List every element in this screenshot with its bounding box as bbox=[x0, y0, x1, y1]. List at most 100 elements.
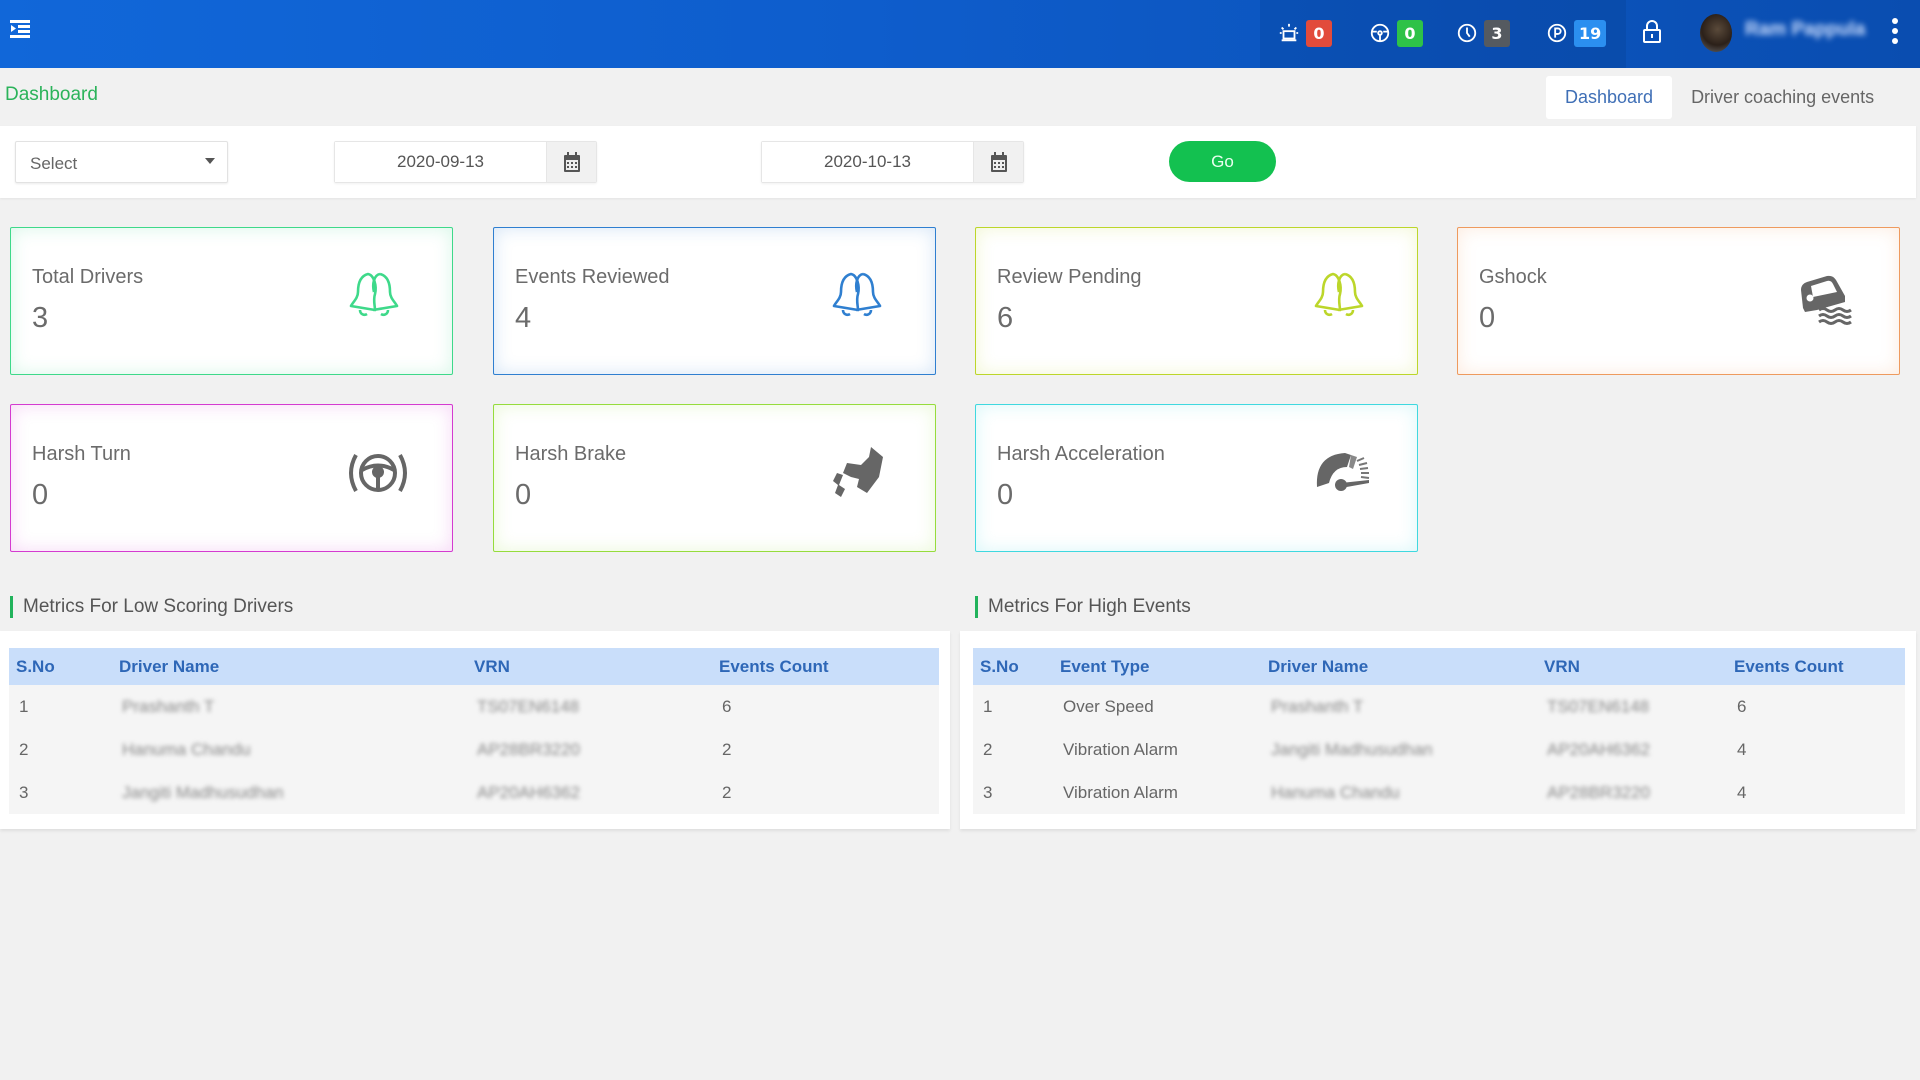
table-row[interactable]: 1 Over Speed Prashanth T TS07EN6148 6 bbox=[973, 685, 1905, 728]
table-row[interactable]: 3 Jangiti Madhusudhan AP20AH6362 2 bbox=[9, 771, 939, 814]
to-date-input[interactable] bbox=[762, 142, 973, 182]
table-row[interactable]: 3 Vibration Alarm Hanuma Chandu AP28BR32… bbox=[973, 771, 1905, 814]
user-name[interactable]: Ram Pappula bbox=[1745, 19, 1865, 41]
cell-events-count: 4 bbox=[1737, 782, 1747, 802]
alarm-alerts[interactable]: 0 bbox=[1278, 18, 1332, 48]
parking-alerts[interactable]: 19 bbox=[1546, 18, 1607, 48]
high-events-title: Metrics For High Events bbox=[975, 596, 1191, 618]
cell-vrn: AP28BR3220 bbox=[1547, 782, 1651, 802]
card-title: Harsh Acceleration bbox=[997, 443, 1165, 465]
tab-dashboard[interactable]: Dashboard bbox=[1546, 76, 1673, 119]
low-scoring-title: Metrics For Low Scoring Drivers bbox=[10, 596, 293, 618]
column-header[interactable]: Events Count bbox=[712, 648, 939, 685]
card-total-drivers[interactable]: Total Drivers 3 bbox=[10, 227, 453, 375]
card-value: 0 bbox=[515, 479, 532, 511]
card-value: 3 bbox=[32, 302, 49, 334]
cell-events-count: 2 bbox=[722, 782, 732, 802]
bells-icon bbox=[829, 266, 893, 326]
user-avatar[interactable] bbox=[1700, 14, 1732, 52]
cell-event-type: Over Speed bbox=[1063, 696, 1154, 716]
from-date-group bbox=[334, 141, 597, 183]
cell-vrn: AP20AH6362 bbox=[477, 782, 581, 802]
from-date-input[interactable] bbox=[335, 142, 546, 182]
more-vertical-icon[interactable] bbox=[1890, 18, 1900, 44]
card-value: 0 bbox=[32, 479, 49, 511]
card-title: Gshock bbox=[1479, 266, 1547, 288]
page-tabs: Dashboard Driver coaching events bbox=[1546, 76, 1893, 119]
steering-wheel-icon bbox=[1370, 23, 1390, 43]
clock-icon bbox=[1457, 23, 1477, 43]
card-value: 0 bbox=[1479, 302, 1496, 334]
column-header[interactable]: Driver Name bbox=[1261, 648, 1537, 685]
cell-events-count: 2 bbox=[722, 739, 732, 759]
card-harsh-turn[interactable]: Harsh Turn 0 bbox=[10, 404, 453, 552]
card-harsh-acceleration[interactable]: Harsh Acceleration 0 bbox=[975, 404, 1418, 552]
cell-vrn: TS07EN6148 bbox=[477, 696, 580, 716]
card-events-reviewed[interactable]: Events Reviewed 4 bbox=[493, 227, 936, 375]
card-value: 6 bbox=[997, 302, 1014, 334]
cell-sno: 1 bbox=[983, 696, 993, 716]
cell-driver-name: Prashanth T bbox=[122, 696, 215, 716]
select-value: Select bbox=[30, 154, 78, 173]
card-harsh-brake[interactable]: Harsh Brake 0 bbox=[493, 404, 936, 552]
menu-toggle-icon[interactable] bbox=[10, 19, 30, 39]
column-header[interactable]: Driver Name bbox=[112, 648, 467, 685]
to-date-calendar-button[interactable] bbox=[973, 142, 1023, 182]
vehicle-select[interactable]: Select bbox=[15, 141, 228, 183]
card-value: 0 bbox=[997, 479, 1014, 511]
cell-driver-name: Hanuma Chandu bbox=[1271, 782, 1400, 802]
card-review-pending[interactable]: Review Pending 6 bbox=[975, 227, 1418, 375]
bells-icon bbox=[1311, 266, 1375, 326]
parking-icon bbox=[1547, 23, 1567, 43]
low-scoring-panel: S.No Driver Name VRN Events Count 1 Pras… bbox=[0, 631, 950, 829]
breadcrumb[interactable]: Dashboard bbox=[5, 84, 98, 106]
driving-count-badge: 0 bbox=[1397, 19, 1423, 47]
parking-count-badge: 19 bbox=[1574, 19, 1607, 47]
cell-events-count: 6 bbox=[1737, 696, 1747, 716]
cell-vrn: AP28BR3220 bbox=[477, 739, 581, 759]
cell-sno: 2 bbox=[19, 739, 29, 759]
card-gshock[interactable]: Gshock 0 bbox=[1457, 227, 1900, 375]
cell-vrn: TS07EN6148 bbox=[1547, 696, 1650, 716]
speedometer-icon bbox=[1311, 443, 1375, 503]
column-header[interactable]: S.No bbox=[9, 648, 112, 685]
card-title: Events Reviewed bbox=[515, 266, 670, 288]
table-header-row: S.No Event Type Driver Name VRN Events C… bbox=[973, 648, 1905, 685]
cell-driver-name: Jangiti Madhusudhan bbox=[122, 782, 284, 802]
table-row[interactable]: 2 Vibration Alarm Jangiti Madhusudhan AP… bbox=[973, 728, 1905, 771]
steering-wheel-icon bbox=[346, 443, 410, 503]
brake-pedal-icon bbox=[829, 443, 893, 503]
column-header[interactable]: S.No bbox=[973, 648, 1053, 685]
table-row[interactable]: 2 Hanuma Chandu AP28BR3220 2 bbox=[9, 728, 939, 771]
high-events-panel: S.No Event Type Driver Name VRN Events C… bbox=[960, 631, 1916, 829]
from-date-calendar-button[interactable] bbox=[546, 142, 596, 182]
go-button[interactable]: Go bbox=[1169, 141, 1276, 182]
calendar-icon bbox=[563, 152, 580, 172]
card-value: 4 bbox=[515, 302, 532, 334]
card-title: Harsh Turn bbox=[32, 443, 131, 465]
bells-icon bbox=[346, 266, 410, 326]
idle-alerts[interactable]: 3 bbox=[1456, 18, 1510, 48]
cell-events-count: 6 bbox=[722, 696, 732, 716]
card-title: Total Drivers bbox=[32, 266, 144, 288]
cell-driver-name: Hanuma Chandu bbox=[122, 739, 251, 759]
driving-alerts[interactable]: 0 bbox=[1369, 18, 1423, 48]
cell-event-type: Vibration Alarm bbox=[1063, 782, 1178, 802]
column-header[interactable]: VRN bbox=[1537, 648, 1727, 685]
lock-icon[interactable] bbox=[1641, 20, 1663, 44]
table-row[interactable]: 1 Prashanth T TS07EN6148 6 bbox=[9, 685, 939, 728]
cell-sno: 3 bbox=[983, 782, 993, 802]
column-header[interactable]: VRN bbox=[467, 648, 712, 685]
to-date-group bbox=[761, 141, 1024, 183]
card-title: Review Pending bbox=[997, 266, 1142, 288]
siren-icon bbox=[1279, 23, 1299, 42]
cell-events-count: 4 bbox=[1737, 739, 1747, 759]
column-header[interactable]: Events Count bbox=[1727, 648, 1905, 685]
alarm-count-badge: 0 bbox=[1306, 19, 1332, 47]
idle-count-badge: 3 bbox=[1484, 19, 1510, 47]
tab-driver-coaching-events[interactable]: Driver coaching events bbox=[1672, 76, 1893, 119]
column-header[interactable]: Event Type bbox=[1053, 648, 1261, 685]
card-title: Harsh Brake bbox=[515, 443, 627, 465]
top-navbar: 0 0 3 19 Ram Pappula bbox=[0, 0, 1920, 68]
cell-event-type: Vibration Alarm bbox=[1063, 739, 1178, 759]
